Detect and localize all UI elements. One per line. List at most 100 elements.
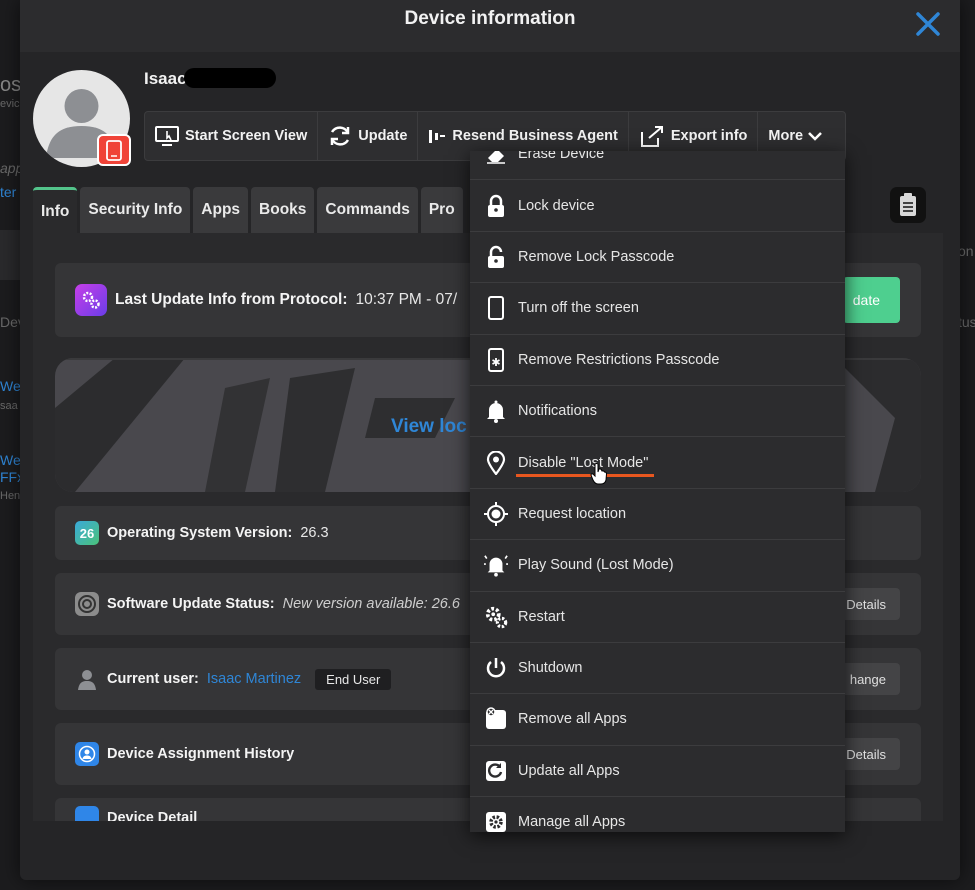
menu-item-lock-device[interactable]: Lock device	[470, 180, 845, 232]
menu-item-manage-all-apps[interactable]: Manage all Apps	[470, 797, 845, 832]
clipboard-icon[interactable]	[890, 187, 926, 223]
redacted-surname	[184, 68, 276, 88]
background-left-strip	[0, 230, 20, 280]
hand-cursor-icon	[590, 462, 608, 491]
menu-item-request-location[interactable]: Request location	[470, 489, 845, 541]
tab-profiles[interactable]: Pro	[420, 187, 463, 233]
os-version-value: 26.3	[300, 525, 329, 541]
menu-item-erase-device[interactable]: Erase Device	[470, 151, 845, 181]
person-icon	[78, 670, 96, 690]
menu-item-label: Disable "Lost Mode"	[518, 454, 649, 471]
modal-header: Device information	[20, 0, 960, 52]
menu-item-label: Remove Lock Passcode	[518, 248, 675, 265]
remove-apps-icon	[484, 707, 508, 731]
map-pin-icon	[484, 450, 508, 475]
device-details-icon	[75, 806, 99, 821]
menu-item-label: Restart	[518, 608, 565, 625]
phone-asterisk-icon	[484, 347, 508, 372]
background-text: on	[958, 243, 974, 259]
power-icon	[484, 656, 508, 680]
menu-item-label: Erase Device	[518, 151, 605, 163]
tab-bar: Info Security Info Apps Books Commands P…	[33, 187, 463, 233]
bell-icon	[484, 399, 508, 424]
agent-icon	[429, 130, 446, 143]
software-update-icon	[75, 592, 99, 616]
menu-item-shutdown[interactable]: Shutdown	[470, 643, 845, 695]
menu-item-label: Shutdown	[518, 660, 583, 677]
tab-commands[interactable]: Commands	[317, 187, 418, 233]
phone-moon-icon	[484, 296, 508, 321]
current-user-label: Current user:	[107, 671, 199, 687]
background-text: os	[0, 74, 22, 96]
menu-item-play-sound[interactable]: Play Sound (Lost Mode)	[470, 540, 845, 592]
menu-item-label: Turn off the screen	[518, 300, 639, 317]
change-user-button[interactable]: hange	[835, 663, 900, 695]
view-location-link[interactable]: View loc	[391, 416, 467, 438]
menu-item-restart[interactable]: Restart	[470, 592, 845, 643]
menu-item-label: Play Sound (Lost Mode)	[518, 557, 674, 574]
manage-apps-icon	[484, 810, 508, 832]
software-update-label: Software Update Status:	[107, 596, 275, 612]
update-info-button[interactable]: date	[842, 277, 900, 323]
background-link: We	[0, 452, 21, 468]
background-text: tus	[958, 314, 975, 330]
start-screen-view-label: Start Screen View	[185, 128, 308, 144]
assignment-history-icon	[75, 742, 99, 766]
menu-item-turn-off-screen[interactable]: Turn off the screen	[470, 283, 845, 335]
background-link: ter	[0, 184, 17, 200]
lock-icon	[484, 194, 508, 218]
resend-business-agent-label: Resend Business Agent	[452, 128, 618, 144]
start-screen-view-button[interactable]: Start Screen View	[145, 112, 319, 160]
last-update-value: 10:37 PM - 07/	[355, 291, 458, 308]
more-actions-dropdown: Erase Device Lock device Remove Lock Pas…	[470, 151, 845, 832]
user-role-badge: End User	[315, 668, 392, 690]
menu-item-label: Remove Restrictions Passcode	[518, 351, 720, 368]
assignment-history-label: Device Assignment History	[107, 746, 295, 762]
tab-info[interactable]: Info	[33, 187, 78, 233]
tab-apps[interactable]: Apps	[193, 187, 249, 233]
menu-item-remove-restrictions-passcode[interactable]: Remove Restrictions Passcode	[470, 335, 845, 386]
menu-item-remove-all-apps[interactable]: Remove all Apps	[470, 694, 845, 746]
menu-item-label: Remove all Apps	[518, 711, 627, 728]
target-icon	[484, 501, 508, 526]
modal-title: Device information	[404, 8, 576, 29]
background-text: Hen	[0, 490, 21, 502]
menu-item-label: Notifications	[518, 403, 597, 420]
tab-books[interactable]: Books	[251, 187, 315, 233]
menu-item-label: Lock device	[518, 197, 595, 214]
update-label: Update	[358, 128, 408, 144]
export-icon	[640, 126, 663, 147]
chevron-down-icon	[808, 132, 822, 141]
update-apps-icon	[484, 759, 508, 783]
export-info-label: Export info	[670, 128, 748, 144]
background-text: evic	[0, 98, 20, 110]
device-details-label: Device Detail	[107, 810, 198, 821]
menu-item-label: Manage all Apps	[518, 814, 626, 831]
more-label: More	[768, 128, 804, 144]
os-version-label: Operating System Version:	[107, 525, 293, 541]
bell-sound-icon	[484, 553, 508, 577]
tab-security-info[interactable]: Security Info	[80, 187, 191, 233]
current-user-link[interactable]: Isaac Martinez	[207, 671, 301, 687]
background-text: saa	[0, 400, 18, 412]
menu-item-update-all-apps[interactable]: Update all Apps	[470, 746, 845, 798]
menu-item-disable-lost-mode[interactable]: Disable "Lost Mode"	[470, 437, 845, 489]
user-name: Isaac	[144, 69, 187, 88]
eraser-icon	[484, 151, 508, 166]
lost-mode-highlight-underline	[516, 474, 654, 477]
menu-item-label: Request location	[518, 505, 627, 522]
menu-item-label: Update all Apps	[518, 762, 620, 779]
gears-icon	[484, 605, 508, 629]
last-update-label: Last Update Info from Protocol:	[115, 291, 348, 308]
software-update-value: New version available: 26.6	[282, 596, 460, 612]
menu-item-notifications[interactable]: Notifications	[470, 386, 845, 438]
update-button[interactable]: Update	[318, 112, 419, 160]
screen-view-icon	[155, 126, 179, 146]
device-type-icon	[97, 134, 131, 166]
unlock-icon	[484, 245, 508, 269]
protocol-gears-icon	[75, 284, 107, 316]
close-icon[interactable]	[914, 10, 942, 38]
refresh-icon	[331, 126, 350, 146]
menu-item-remove-lock-passcode[interactable]: Remove Lock Passcode	[470, 232, 845, 284]
os-version-icon: 26	[75, 521, 99, 545]
